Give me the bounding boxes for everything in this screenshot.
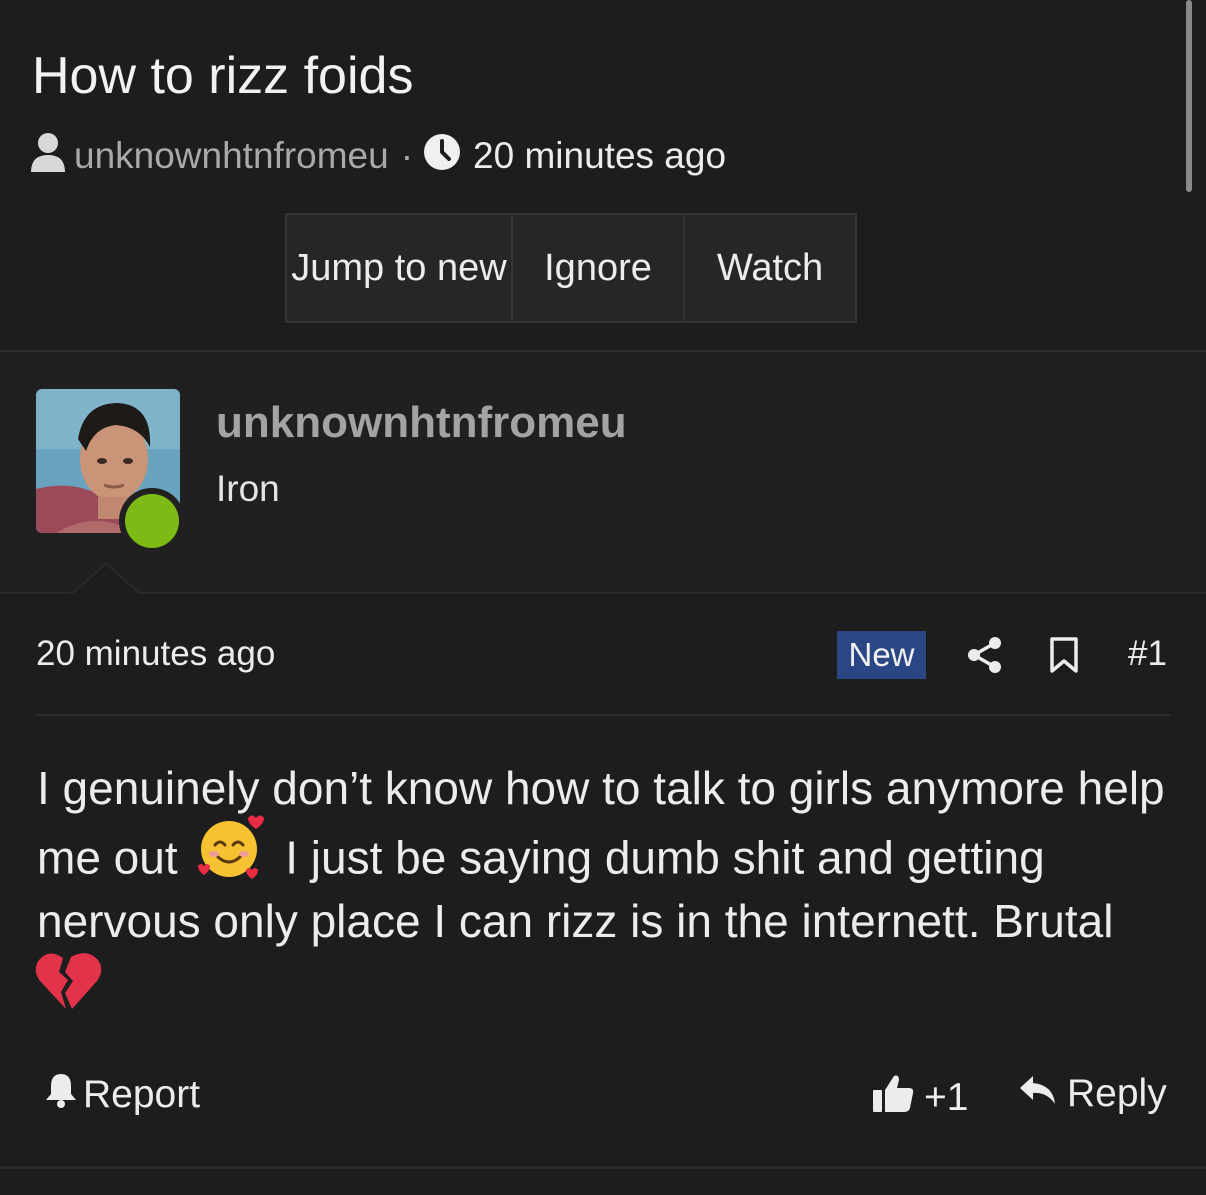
thread-author-link[interactable]: unknownhtnfromeu (74, 135, 389, 177)
reply-label: Reply (1067, 1072, 1167, 1115)
post-body-line-3: nervous only place I can rizz is in the … (37, 895, 1114, 947)
user-block-divider (0, 592, 1206, 594)
like-count: +1 (924, 1076, 969, 1119)
reply-icon (1019, 1072, 1057, 1116)
post-username-link[interactable]: unknownhtnfromeu (216, 398, 627, 448)
post-user-block: unknownhtnfromeu Iron (0, 352, 1206, 594)
thread-header: How to rizz foids unknownhtnfromeu · 20 … (0, 0, 1206, 350)
report-label: Report (83, 1073, 201, 1116)
post-body-line-2: me out I just be saying dumb shit and ge… (37, 815, 1045, 893)
clock-icon (423, 133, 461, 180)
user-icon (30, 131, 66, 182)
online-status-indicator (125, 494, 179, 548)
thread-time[interactable]: 20 minutes ago (473, 135, 726, 177)
like-button[interactable]: +1 (872, 1072, 968, 1124)
jump-to-new-button[interactable]: Jump to new (287, 215, 511, 321)
post-body-text-2b: I just be saying dumb shit and getting (285, 831, 1045, 884)
thread-meta: unknownhtnfromeu · 20 minutes ago (30, 132, 726, 180)
post-time[interactable]: 20 minutes ago (36, 634, 275, 674)
bottom-divider (0, 1166, 1206, 1169)
watch-button[interactable]: Watch (683, 215, 855, 321)
share-icon[interactable] (966, 636, 1004, 679)
bookmark-icon[interactable] (1049, 636, 1079, 679)
smiling-face-with-hearts-emoji (196, 812, 266, 893)
user-title: Iron (216, 468, 280, 509)
broken-heart-emoji (35, 950, 103, 1017)
bell-icon (45, 1072, 77, 1118)
post-body-line-1: I genuinely don’t know how to talk to gi… (37, 762, 1165, 814)
post-divider (36, 714, 1170, 716)
report-button[interactable]: Report (45, 1072, 200, 1118)
post-number-link[interactable]: #1 (1128, 634, 1167, 674)
meta-separator: · (400, 135, 414, 176)
user-block-arrow-inner (72, 565, 140, 595)
thumbs-up-icon (872, 1072, 914, 1124)
new-badge: New (837, 631, 926, 679)
page-title: How to rizz foids (32, 47, 414, 105)
ignore-button[interactable]: Ignore (511, 215, 683, 321)
thread-actions: Jump to new Ignore Watch (285, 213, 857, 323)
reply-button[interactable]: Reply (1019, 1072, 1167, 1116)
post-body-text-2a: me out (37, 831, 178, 884)
